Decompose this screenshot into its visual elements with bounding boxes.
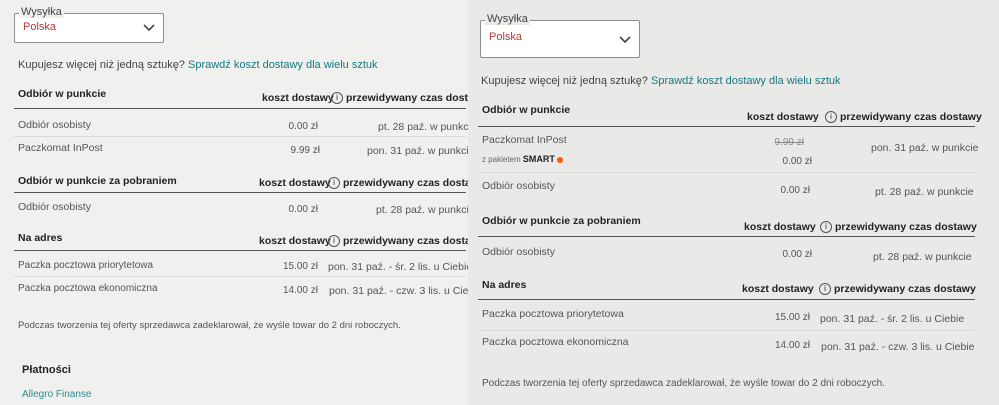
row-divider [14,136,466,137]
section-divider [478,126,975,127]
row-price: 0.00 zł [288,204,318,215]
payments-title: Płatności [22,364,71,376]
row-price: 15.00 zł [774,312,810,323]
info-icon[interactable]: i [328,177,340,190]
info-icon[interactable]: i [328,235,340,248]
row-time: pon. 31 paź. w punkcie [871,142,979,154]
row-divider [478,330,975,331]
row-name: Odbiór osobisty [18,201,91,213]
row-price: 0.00 zł [780,185,810,196]
row-time: pt. 28 paź. w punkcie [875,186,974,198]
section-title-cod: Odbiór w punkcie za pobraniem [482,215,641,227]
shipping-panel-right: Wysyłka Polska Kupujesz więcej niż jedną… [468,0,999,405]
multi-item-link[interactable]: Sprawdź koszt dostawy dla wielu sztuk [651,75,841,87]
row-name: Paczka pocztowa priorytetowa [18,260,154,271]
row-time: pon. 31 paź. - śr. 2 lis. u Ciebie [328,261,468,273]
shipping-label: Wysyłka [485,13,530,25]
row-price: 9.99 zł [290,145,320,156]
section-title-pickup: Odbiór w punkcie [18,88,107,100]
row-time: pt. 28 paź. w punkcie [376,204,468,216]
row-name: Paczkomat InPost [482,134,567,146]
smart-badge: SMART [522,154,555,164]
row-divider [14,276,466,277]
section-divider [14,192,466,193]
row-price: 14.00 zł [282,285,318,296]
row-name: Paczka pocztowa ekonomiczna [18,283,158,294]
info-icon[interactable]: i [819,283,831,296]
section-title-address: Na adres [482,279,527,291]
col-cost-header: koszt dostawy [747,111,819,123]
section-divider [478,236,975,237]
section-divider [14,108,466,109]
multi-item-link[interactable]: Sprawdź koszt dostawy dla wielu sztuk [188,59,378,71]
info-icon[interactable]: i [331,92,343,105]
row-time: pon. 31 paź. - czw. 3 lis. u Ciebie [329,285,468,297]
payments-item[interactable]: Allegro Finanse [22,389,91,400]
left-screenshot: Wysyłka Polska Kupujesz więcej niż jedną… [0,0,468,405]
shipping-value: Polska [23,21,57,33]
chevron-down-icon [619,36,631,44]
col-time-header: iprzewidywany czas dostawy [328,177,468,190]
row-time: pon. 31 paź. w punkcie [367,145,468,157]
smart-pin-icon [556,156,563,163]
col-time-header: iprzewidywany czas dostawy [328,235,468,248]
row-name: Odbiór osobisty [482,246,555,258]
col-cost-header: koszt dostawy [259,177,331,189]
section-title-address: Na adres [18,232,63,244]
row-price-old: 9.99 zł [774,137,804,148]
row-name: Odbiór osobisty [482,180,555,192]
multi-item-question: Kupujesz więcej niż jedną sztukę? Sprawd… [18,59,378,71]
row-price: 14.00 zł [774,340,810,351]
row-price: 15.00 zł [282,261,318,272]
row-name: Paczka pocztowa ekonomiczna [482,336,629,348]
shipping-select[interactable]: Wysyłka Polska [14,6,164,43]
col-time-header: iprzewidywany czas dostawy [819,283,976,296]
shipping-panel-left: Wysyłka Polska Kupujesz więcej niż jedną… [0,0,468,405]
row-name: Paczkomat InPost [18,142,103,154]
col-cost-header: koszt dostawy [744,221,816,233]
smart-package-note: z pakietem SMART [482,154,563,164]
row-time: pt. 28 paź. w punkcie [378,121,468,133]
shipping-select[interactable]: Wysyłka Polska [480,13,640,58]
right-screenshot: Wysyłka Polska Kupujesz więcej niż jedną… [468,0,999,405]
chevron-down-icon [143,24,155,32]
row-time: pt. 28 paź. w punkcie [873,251,972,263]
multi-item-question: Kupujesz więcej niż jedną sztukę? Sprawd… [481,75,841,87]
row-price: 0.00 zł [288,121,318,132]
row-time: pon. 31 paź. - śr. 2 lis. u Ciebie [820,313,965,325]
col-time-header: iprzewidywany czas dostawy [331,92,468,105]
row-price: 0.00 zł [782,156,812,167]
row-time: pon. 31 paź. - czw. 3 lis. u Ciebie [821,341,975,353]
info-icon[interactable]: i [825,111,837,124]
section-title-pickup: Odbiór w punkcie [482,104,571,116]
shipping-label: Wysyłka [19,6,64,18]
row-price: 0.00 zł [782,249,812,260]
dispatch-note: Podczas tworzenia tej oferty sprzedawca … [18,320,401,331]
section-divider [478,299,975,300]
dispatch-note: Podczas tworzenia tej oferty sprzedawca … [482,378,885,389]
row-divider [478,172,975,173]
col-cost-header: koszt dostawy [262,92,334,104]
section-title-cod: Odbiór w punkcie za pobraniem [18,175,177,187]
col-cost-header: koszt dostawy [742,283,814,295]
col-cost-header: koszt dostawy [259,235,331,247]
col-time-header: iprzewidywany czas dostawy [820,221,977,234]
col-time-header: iprzewidywany czas dostawy [825,111,982,124]
row-name: Odbiór osobisty [18,119,91,131]
section-divider [14,250,466,251]
info-icon[interactable]: i [820,221,832,234]
shipping-value: Polska [489,31,523,43]
row-name: Paczka pocztowa priorytetowa [482,308,624,320]
